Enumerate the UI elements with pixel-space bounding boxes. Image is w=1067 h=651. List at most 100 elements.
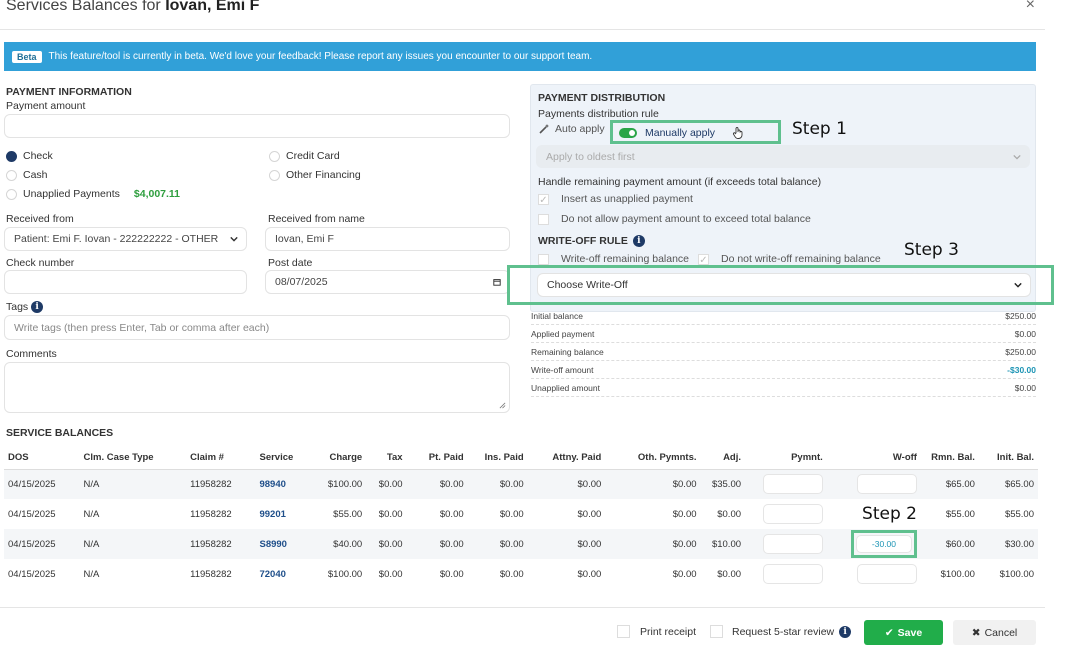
column-header[interactable]: Clm. Case Type — [80, 446, 187, 469]
writeoff-input[interactable]: -30.00 — [855, 535, 912, 553]
column-header[interactable]: Attny. Paid — [528, 446, 606, 469]
print-receipt-option[interactable]: Print receipt — [617, 625, 696, 638]
received-from-name-input[interactable]: Iovan, Emi F — [265, 227, 510, 251]
save-button[interactable]: ✔ Save — [864, 620, 943, 645]
oth-pymnts-cell: $0.00 — [672, 538, 697, 550]
service-balances-title: SERVICE BALANCES — [6, 427, 114, 439]
cash-label: Cash — [23, 169, 48, 181]
column-header[interactable]: Charge — [308, 446, 366, 469]
payment-amount-value — [5, 115, 509, 137]
do-not-writeoff-checkbox[interactable]: ✓ — [698, 253, 709, 266]
column-header[interactable]: Init. Bal. — [979, 446, 1038, 469]
column-header[interactable]: Ins. Paid — [468, 446, 528, 469]
column-header[interactable]: W-off — [827, 446, 921, 469]
writeoff-remaining-label: Write-off remaining balance — [561, 253, 690, 265]
cash-radio[interactable] — [6, 169, 17, 181]
column-header[interactable]: Rmn. Bal. — [921, 446, 979, 469]
insert-unapplied-checkbox[interactable]: ✓ — [538, 193, 549, 206]
payment-input[interactable] — [762, 534, 823, 554]
payment-input[interactable] — [762, 474, 823, 495]
check-number-value — [5, 271, 246, 293]
do-not-writeoff-option[interactable]: ✓ Do not write-off remaining balance — [698, 253, 881, 266]
info-icon[interactable]: i — [839, 625, 852, 638]
payment-input[interactable] — [762, 564, 823, 584]
request-review-checkbox[interactable] — [710, 625, 723, 638]
tags-input[interactable]: Write tags (then press Enter, Tab or com… — [4, 315, 510, 340]
step2-label: Step 2 — [862, 504, 917, 524]
writeoff-remaining-option[interactable]: Write-off remaining balance — [538, 253, 689, 265]
distribution-title: PAYMENT DISTRIBUTION — [538, 92, 666, 104]
print-receipt-label: Print receipt — [640, 625, 697, 638]
received-from-select[interactable]: Patient: Emi F. Iovan - 222222222 - OTHE… — [4, 227, 247, 251]
table-header-row: DOS Clm. Case Type Claim # Service Charg… — [4, 446, 1038, 469]
unapplied-radio[interactable] — [6, 188, 17, 200]
apply-order-select[interactable]: Apply to oldest first — [536, 145, 1030, 168]
service-link[interactable]: S8990 — [259, 539, 286, 550]
column-header[interactable]: Service — [255, 446, 308, 469]
check-number-input[interactable] — [4, 270, 247, 294]
column-header[interactable]: Pymnt. — [745, 446, 827, 469]
do-not-allow-checkbox[interactable] — [538, 213, 549, 225]
ins-paid-cell: $0.00 — [499, 568, 524, 580]
column-header[interactable]: Adj. — [701, 446, 746, 469]
column-header[interactable]: Claim # — [186, 446, 255, 469]
do-not-allow-option[interactable]: Do not allow payment amount to exceed to… — [538, 213, 811, 225]
info-icon[interactable]: i — [31, 301, 44, 314]
auto-apply-option[interactable]: Auto apply — [538, 123, 605, 135]
cancel-button[interactable]: ✖ Cancel — [953, 620, 1036, 645]
calendar-icon[interactable] — [493, 278, 501, 286]
service-link[interactable]: 72040 — [259, 569, 285, 580]
writeoff-title: WRITE-OFF RULE — [538, 235, 628, 247]
payment-amount-input[interactable] — [4, 114, 510, 138]
print-receipt-checkbox[interactable] — [617, 625, 630, 638]
summary-value: -$30.00 — [1007, 364, 1036, 375]
close-icon[interactable]: × — [1026, 0, 1035, 14]
unapplied-label: Unapplied Payments — [23, 188, 120, 200]
credit-card-radio[interactable] — [269, 150, 280, 162]
writeoff-remaining-checkbox[interactable] — [538, 253, 549, 265]
other-financing-radio[interactable] — [269, 169, 280, 181]
dos-cell: 04/15/2025 — [8, 538, 56, 550]
column-header[interactable]: Pt. Paid — [407, 446, 468, 469]
attny-paid-cell: $0.00 — [577, 568, 602, 580]
method-unapplied[interactable]: Unapplied Payments $4,007.11 — [6, 188, 180, 200]
summary-label: Applied payment — [531, 328, 595, 339]
insert-unapplied-label: Insert as unapplied payment — [561, 193, 693, 205]
charge-cell: $100.00 — [327, 568, 363, 580]
comments-value — [5, 363, 509, 412]
oth-pymnts-cell: $0.00 — [672, 508, 697, 520]
writeoff-input[interactable] — [856, 474, 917, 495]
payment-input[interactable] — [762, 504, 823, 524]
summary-initial-balance: Initial balance $250.00 — [531, 307, 1036, 325]
summary-unapplied-amount: Unapplied amount $0.00 — [531, 379, 1036, 397]
close-icon: ✖ — [971, 626, 981, 639]
method-other-financing[interactable]: Other Financing — [269, 169, 361, 181]
comments-textarea[interactable] — [4, 362, 510, 413]
do-not-writeoff-label: Do not write-off remaining balance — [721, 253, 881, 265]
info-icon[interactable]: i — [632, 235, 645, 247]
ins-paid-cell: $0.00 — [499, 508, 524, 520]
column-header[interactable]: Tax — [366, 446, 406, 469]
dos-cell: 04/15/2025 — [8, 568, 56, 580]
tax-cell: $0.00 — [378, 568, 403, 580]
method-cash[interactable]: Cash — [6, 169, 48, 181]
pt-paid-cell: $0.00 — [439, 508, 464, 520]
attny-paid-cell: $0.00 — [577, 478, 602, 490]
post-date-input[interactable]: 08/07/2025 — [265, 270, 510, 294]
received-from-label: Received from — [6, 213, 74, 225]
service-link[interactable]: 99201 — [259, 509, 285, 520]
resize-handle-icon[interactable] — [499, 402, 506, 409]
comments-label: Comments — [6, 348, 57, 360]
request-review-option[interactable]: Request 5-star review i — [710, 625, 852, 638]
method-credit-card[interactable]: Credit Card — [269, 150, 340, 162]
tax-cell: $0.00 — [378, 478, 403, 490]
insert-unapplied-option[interactable]: ✓ Insert as unapplied payment — [538, 193, 693, 206]
dialog-title: Services Balances for Iovan, Emi F — [6, 0, 259, 15]
method-check[interactable]: Check — [6, 150, 53, 162]
column-header[interactable]: Oth. Pymnts. — [605, 446, 700, 469]
writeoff-input[interactable] — [856, 564, 917, 584]
column-header[interactable]: DOS — [4, 446, 80, 469]
service-link[interactable]: 98940 — [259, 479, 285, 490]
remaining-balance-cell: $65.00 — [945, 478, 975, 490]
check-radio[interactable] — [6, 150, 17, 162]
